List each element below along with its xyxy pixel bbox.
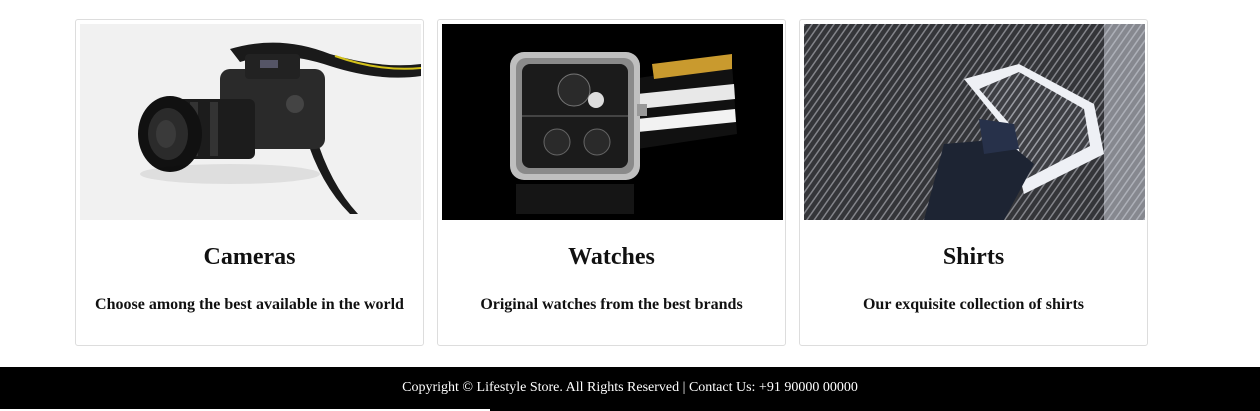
product-title: Shirts xyxy=(942,244,1005,270)
site-footer: Copyright © Lifestyle Store. All Rights … xyxy=(0,367,1260,411)
product-card-watches[interactable]: Watches Original watches from the best b… xyxy=(437,19,786,346)
product-card-shirts[interactable]: Shirts Our exquisite collection of shirt… xyxy=(799,19,1148,346)
product-description: Original watches from the best brands xyxy=(480,296,743,313)
product-title: Watches xyxy=(568,244,655,270)
watch-image[interactable] xyxy=(442,24,783,220)
product-description: Choose among the best available in the w… xyxy=(95,296,404,313)
shirt-image[interactable] xyxy=(804,24,1145,220)
camera-image[interactable] xyxy=(80,24,421,220)
footer-copyright-text: Copyright © Lifestyle Store. All Rights … xyxy=(402,380,858,395)
product-description: Our exquisite collection of shirts xyxy=(862,296,1085,313)
product-card-grid: Cameras Choose among the best available … xyxy=(75,19,1151,348)
product-card-cameras[interactable]: Cameras Choose among the best available … xyxy=(75,19,424,346)
product-title: Cameras xyxy=(203,244,296,270)
